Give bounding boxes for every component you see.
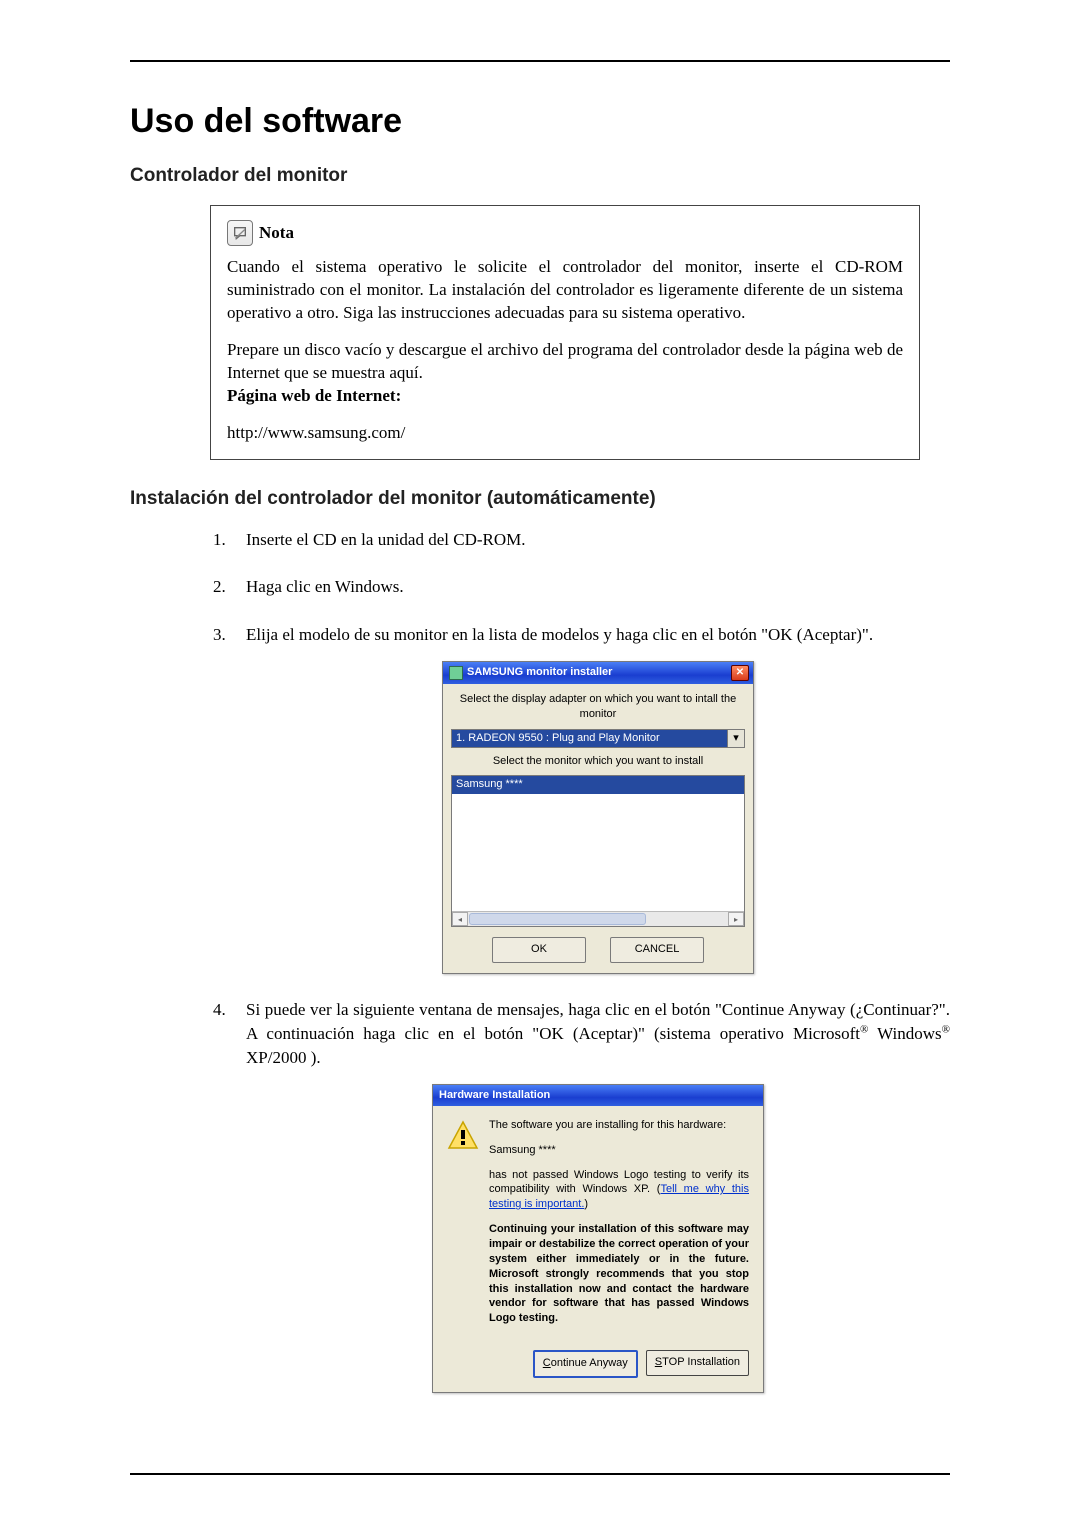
- note-paragraph-1: Cuando el sistema operativo le solicite …: [227, 256, 903, 325]
- hardware-install-dialog: Hardware Installation The: [432, 1084, 764, 1394]
- hw-warning-text: Continuing your installation of this sof…: [489, 1222, 749, 1326]
- stop-installation-label: TOP Installation: [662, 1356, 740, 1368]
- step-1: Inserte el CD en la unidad del CD-ROM.: [230, 528, 950, 552]
- warning-icon: [447, 1120, 479, 1152]
- section-driver-title: Controlador del monitor: [130, 165, 950, 187]
- install-steps: Inserte el CD en la unidad del CD-ROM. H…: [210, 528, 950, 1393]
- installer-titlebar: SAMSUNG monitor installer ✕: [443, 662, 753, 684]
- step-4-text-b: Windows: [868, 1024, 941, 1043]
- step-3: Elija el modelo de su monitor en la list…: [230, 623, 950, 974]
- bottom-rule: [130, 1473, 950, 1475]
- monitor-list-item-selected[interactable]: Samsung ****: [452, 776, 744, 793]
- chevron-down-icon[interactable]: ▾: [727, 730, 744, 747]
- continue-anyway-label: ontinue Anyway: [551, 1357, 628, 1369]
- scroll-thumb[interactable]: [469, 913, 646, 925]
- top-rule: [130, 60, 950, 62]
- registered-mark-2: ®: [942, 1023, 950, 1035]
- ok-button[interactable]: OK: [492, 937, 586, 963]
- continue-anyway-button[interactable]: Continue Anyway: [533, 1350, 638, 1378]
- note-web-label: Página web de Internet:: [227, 386, 401, 405]
- hw-titlebar: Hardware Installation: [433, 1085, 763, 1106]
- adapter-dropdown[interactable]: 1. RADEON 9550 : Plug and Play Monitor ▾: [451, 729, 745, 748]
- installer-title-icon: [449, 666, 463, 680]
- section-install-title: Instalación del controlador del monitor …: [130, 488, 950, 510]
- installer-title: SAMSUNG monitor installer: [467, 665, 612, 680]
- stop-installation-button[interactable]: STOP Installation: [646, 1350, 749, 1376]
- note-url: http://www.samsung.com/: [227, 423, 405, 442]
- adapter-dropdown-value: 1. RADEON 9550 : Plug and Play Monitor: [452, 730, 727, 747]
- note-label: Nota: [259, 222, 294, 245]
- hw-line2: Samsung ****: [489, 1143, 749, 1158]
- note-icon: [227, 220, 253, 246]
- installer-label-adapter: Select the display adapter on which you …: [451, 692, 745, 723]
- note-box: Nota Cuando el sistema operativo le soli…: [210, 205, 920, 460]
- close-icon[interactable]: ✕: [731, 665, 749, 681]
- hw-line1: The software you are installing for this…: [489, 1118, 749, 1133]
- page-title: Uso del software: [130, 102, 950, 141]
- installer-label-monitor: Select the monitor which you want to ins…: [451, 754, 745, 769]
- scroll-left-icon[interactable]: ◂: [452, 912, 468, 926]
- cancel-button[interactable]: CANCEL: [610, 937, 704, 963]
- step-4-text-a: Si puede ver la siguiente ventana de men…: [246, 1000, 950, 1043]
- hw-title: Hardware Installation: [439, 1088, 550, 1103]
- hw-line3: has not passed Windows Logo testing to v…: [489, 1168, 749, 1213]
- note-paragraph-2: Prepare un disco vacío y descargue el ar…: [227, 340, 903, 382]
- monitor-listbox[interactable]: Samsung **** ◂ ▸: [451, 775, 745, 927]
- step-4-text-c: XP/2000 ).: [246, 1048, 321, 1067]
- hw-line3b: ): [584, 1198, 588, 1210]
- installer-dialog: SAMSUNG monitor installer ✕ Select the d…: [442, 661, 754, 974]
- scroll-right-icon[interactable]: ▸: [728, 912, 744, 926]
- step-2: Haga clic en Windows.: [230, 575, 950, 599]
- step-3-text: Elija el modelo de su monitor en la list…: [246, 625, 873, 644]
- step-4: Si puede ver la siguiente ventana de men…: [230, 998, 950, 1393]
- horizontal-scrollbar[interactable]: ◂ ▸: [452, 911, 744, 926]
